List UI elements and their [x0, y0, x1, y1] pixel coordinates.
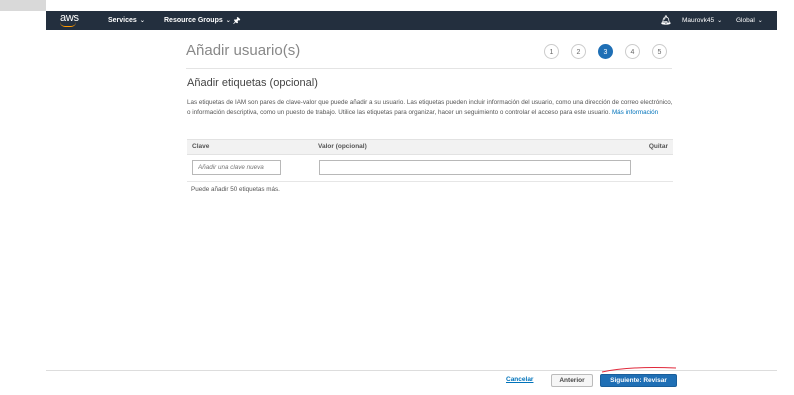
step-3-active: 3 — [598, 44, 613, 59]
chevron-down-icon: ⌄ — [225, 18, 231, 24]
step-2[interactable]: 2 — [571, 44, 586, 59]
tag-key-input[interactable] — [192, 160, 281, 175]
region-label: Global — [736, 17, 755, 24]
chevron-down-icon: ⌄ — [717, 18, 723, 24]
cancel-button[interactable]: Cancelar — [506, 376, 533, 383]
more-info-link[interactable]: Más información — [612, 109, 658, 116]
description-text: Las etiquetas de IAM son pares de clave-… — [187, 99, 673, 116]
key-column-header: Clave — [192, 143, 210, 150]
top-grey-block — [0, 0, 46, 11]
chevron-down-icon: ⌄ — [139, 18, 145, 24]
pin-icon[interactable]: 🖈 — [233, 15, 240, 29]
region-menu[interactable]: Global ⌄ — [736, 17, 763, 24]
resource-groups-menu[interactable]: Resource Groups ⌄ — [164, 17, 231, 24]
divider — [186, 68, 672, 69]
step-4: 4 — [625, 44, 640, 59]
services-label: Services — [108, 17, 137, 24]
next-review-button[interactable]: Siguiente: Revisar — [600, 374, 677, 387]
step-1[interactable]: 1 — [544, 44, 559, 59]
chevron-down-icon: ⌄ — [757, 18, 763, 24]
top-navigation-bar: aws Services ⌄ Resource Groups ⌄ 🖈 🔔︎ Maur… — [46, 11, 777, 30]
tag-value-input[interactable] — [319, 160, 631, 175]
aws-smile-icon — [60, 22, 76, 27]
tags-table-header: Clave Valor (opcional) Quitar — [187, 139, 673, 155]
tags-remaining-hint: Puede añadir 50 etiquetas más. — [191, 186, 280, 193]
user-menu[interactable]: Maurovk45 ⌄ — [682, 17, 722, 24]
user-label: Maurovk45 — [682, 17, 715, 24]
services-menu[interactable]: Services ⌄ — [108, 17, 145, 24]
page-title: Añadir usuario(s) — [186, 42, 301, 59]
section-title: Añadir etiquetas (opcional) — [187, 77, 318, 89]
remove-column-header: Quitar — [648, 143, 668, 150]
bell-icon[interactable]: 🔔︎ — [660, 15, 671, 26]
value-column-header: Valor (opcional) — [318, 143, 367, 150]
resource-groups-label: Resource Groups — [164, 17, 223, 24]
step-5: 5 — [652, 44, 667, 59]
aws-logo[interactable]: aws — [60, 12, 79, 27]
previous-button[interactable]: Anterior — [551, 374, 593, 387]
red-annotation-mark — [601, 367, 677, 373]
left-margin — [0, 0, 46, 395]
section-description: Las etiquetas de IAM son pares de clave-… — [187, 98, 673, 117]
row-separator — [187, 181, 673, 182]
